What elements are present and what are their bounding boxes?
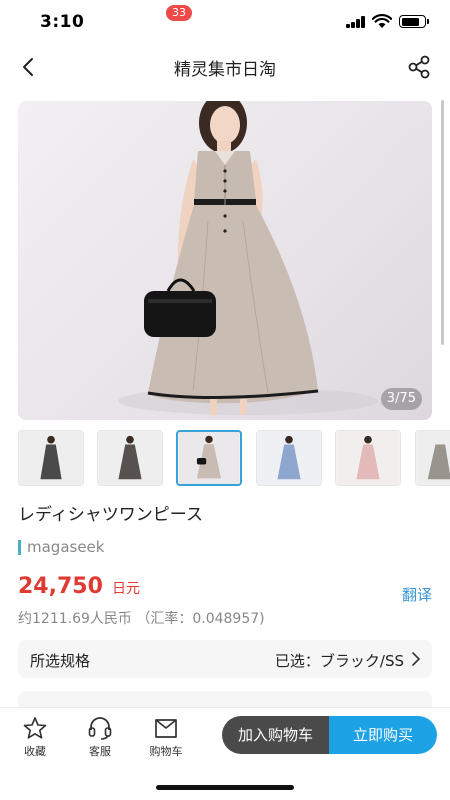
star-icon [23,717,47,739]
chevron-right-icon [412,652,421,666]
spec-selected-value: 已选：ブラック/SS [274,652,404,670]
thumbnail-1[interactable] [18,430,84,486]
image-counter: 3/75 [380,388,422,410]
favorite-label: 收藏 [24,745,46,758]
cart-label: 购物车 [149,745,183,758]
customer-service-button[interactable]: 客服 [75,716,125,766]
spec-selector[interactable]: 所选规格 已选：ブラック/SS [18,640,432,678]
favorite-button[interactable]: 收藏 [10,716,60,766]
page-title: 精灵集市日淘 [174,60,276,80]
buy-now-button[interactable]: 立即购买 [329,716,437,754]
rmb-conversion: 约1211.69人民币 （汇率：0.048957) [18,611,265,627]
brand-name: magaseek [27,538,105,556]
price: 24,750 日元 [18,574,140,599]
home-indicator[interactable] [156,785,294,790]
product-title: レディシャツワンピース [18,505,203,525]
product-image[interactable]: 3/75 [18,101,432,420]
add-to-cart-button[interactable]: 加入购物车 [222,716,329,754]
dress-photo [118,101,378,415]
nav-bar: 精灵集市日淘 [0,46,450,88]
customer-service-label: 客服 [89,745,111,758]
thumbnail-6[interactable] [415,430,450,486]
thumbnail-3[interactable] [176,430,242,486]
share-icon[interactable] [404,52,434,82]
brand[interactable]: magaseek [18,537,104,557]
thumbnail-5[interactable] [335,430,401,486]
spec-label: 所选规格 [30,652,91,670]
status-time: 3:10 [40,12,85,32]
price-currency: 日元 [112,581,140,597]
price-amount: 24,750 [18,574,103,599]
brand-accent-bar [18,539,21,555]
scroll-indicator [441,100,444,345]
thumbnail-2[interactable] [97,430,163,486]
status-bar: 3:10 [0,0,450,46]
wifi-icon [372,14,392,28]
signal-icon [346,16,366,28]
cart-button[interactable]: 购物车 [141,716,191,766]
thumbnail-4[interactable] [256,430,322,486]
thumbnail-strip [18,430,450,486]
headset-icon [88,717,112,740]
battery-icon [399,15,429,28]
translate-button[interactable]: 翻译 [402,584,432,605]
cart-icon [155,719,177,738]
cart-badge: 33 [166,5,192,21]
